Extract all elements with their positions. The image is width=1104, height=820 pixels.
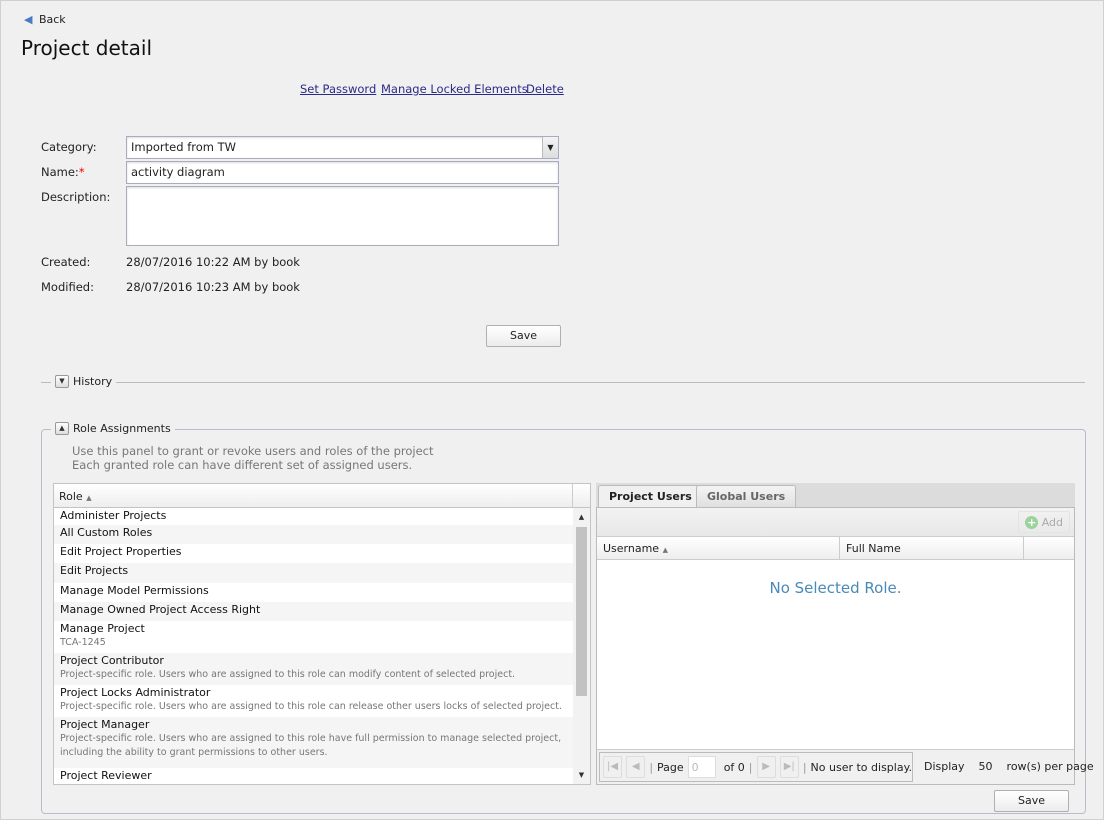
next-page-icon[interactable]: ▶ (756, 756, 776, 778)
sort-asc-icon: ▲ (662, 546, 668, 554)
role-row[interactable]: Project Locks Administrator Project-spec… (54, 685, 573, 717)
role-grid: Role ▲ Administer Projects All Custom Ro… (53, 483, 591, 785)
modified-label: Modified: (41, 280, 94, 294)
first-page-icon[interactable]: |◀ (603, 756, 623, 778)
add-icon: + (1025, 516, 1039, 529)
chevron-down-icon[interactable]: ▼ (542, 137, 558, 158)
prev-page-icon[interactable]: ◀ (626, 756, 646, 778)
role-column-header[interactable]: Role ▲ (54, 484, 590, 508)
back-link[interactable]: ◀ Back (24, 13, 66, 26)
empty-message: No Selected Role. (769, 579, 902, 597)
add-user-button[interactable]: + Add (1018, 511, 1070, 533)
role-row[interactable]: Project Contributor Project-specific rol… (54, 653, 573, 685)
name-input[interactable]: activity diagram (126, 161, 559, 184)
category-label: Category: (41, 140, 97, 154)
role-row[interactable]: Edit Projects (54, 563, 573, 583)
history-header[interactable]: ▼ History (51, 375, 117, 388)
role-row[interactable]: All Custom Roles (54, 525, 573, 544)
role-row[interactable]: Project Reviewer (54, 768, 573, 784)
back-arrow-icon: ◀ (24, 13, 33, 26)
role-row[interactable]: Project Manager Project-specific role. U… (54, 717, 573, 768)
users-toolbar: + Add (597, 508, 1074, 537)
fullname-column-header[interactable]: Full Name (839, 537, 901, 560)
save-button[interactable]: Save (486, 325, 561, 347)
expand-icon[interactable]: ▼ (55, 375, 69, 388)
per-page-value[interactable]: 50 (979, 760, 993, 773)
role-row[interactable]: Edit Project Properties (54, 544, 573, 563)
users-panel: Project Users Global Users + Add Usernam… (596, 483, 1094, 785)
paging-bar: |◀ ◀ | Page 0 of 0 | ▶ ▶| | No user to d… (597, 749, 1094, 784)
collapse-icon[interactable]: ▲ (55, 422, 69, 435)
role-save-button[interactable]: Save (994, 790, 1069, 812)
delete-link[interactable]: Delete (526, 82, 564, 96)
description-textarea[interactable] (126, 186, 559, 246)
role-row[interactable]: Manage Model Permissions (54, 583, 573, 602)
role-help-2: Each granted role can have different set… (72, 458, 413, 472)
manage-locked-elements-link[interactable]: Manage Locked Elements (381, 82, 528, 96)
role-row[interactable]: Administer Projects (54, 508, 573, 525)
created-label: Created: (41, 255, 91, 269)
description-label: Description: (41, 190, 111, 204)
modified-value: 28/07/2016 10:23 AM by book (126, 280, 300, 294)
username-column-header[interactable]: Username ▲ (603, 542, 668, 555)
sort-asc-icon: ▲ (86, 494, 92, 502)
category-select[interactable]: Imported from TW ▼ (126, 136, 559, 159)
role-assignments-header[interactable]: ▲ Role Assignments (51, 422, 175, 435)
tab-project-users[interactable]: Project Users (598, 485, 703, 507)
tab-global-users[interactable]: Global Users (696, 485, 797, 507)
page-title: Project detail (21, 36, 152, 60)
set-password-link[interactable]: Set Password (300, 82, 376, 96)
page-input[interactable]: 0 (687, 756, 716, 778)
name-label: Name:* (41, 165, 85, 179)
role-scrollbar[interactable]: ▲ ▼ (573, 508, 590, 784)
last-page-icon[interactable]: ▶| (779, 756, 799, 778)
role-help-1: Use this panel to grant or revoke users … (72, 444, 434, 458)
role-row[interactable]: Manage Project TCA-1245 (54, 621, 573, 653)
role-row[interactable]: Manage Owned Project Access Right (54, 602, 573, 621)
history-divider (41, 382, 1085, 383)
created-value: 28/07/2016 10:22 AM by book (126, 255, 300, 269)
